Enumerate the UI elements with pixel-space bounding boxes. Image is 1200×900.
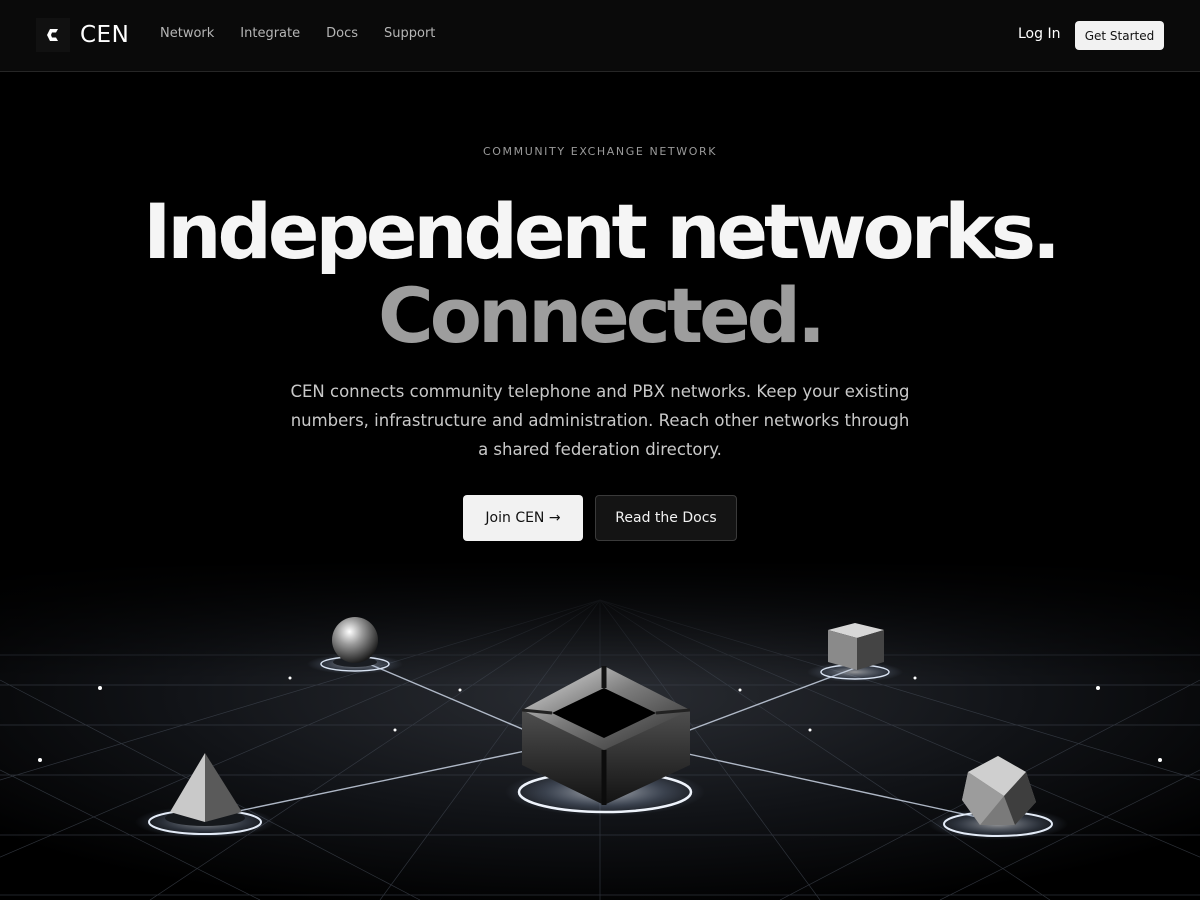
headline-line-independent: Independent networks.	[143, 187, 1061, 276]
get-started-button[interactable]: Get Started	[1075, 21, 1164, 50]
read-docs-button[interactable]: Read the Docs	[595, 495, 737, 541]
hero-headline: Independent networks. Connected.	[0, 190, 1200, 358]
nav-item-support[interactable]: Support	[384, 26, 435, 41]
nav-item-docs[interactable]: Docs	[326, 26, 358, 41]
brand-name: CEN	[80, 22, 130, 48]
hero-cta-group: Join CEN → Read the Docs	[0, 495, 1200, 541]
network-federation-illustration	[0, 560, 1200, 900]
cen-c-logo-icon	[36, 18, 70, 52]
headline-line-connected: Connected.	[378, 271, 826, 360]
nav-item-integrate[interactable]: Integrate	[240, 26, 300, 41]
join-cen-button[interactable]: Join CEN →	[463, 495, 583, 541]
hero-description: CEN connects community telephone and PBX…	[290, 382, 910, 459]
log-in-link[interactable]: Log In	[1018, 26, 1060, 42]
primary-nav: Network Integrate Docs Support	[160, 26, 461, 41]
top-navigation-bar: CEN Network Integrate Docs Support Log I…	[0, 0, 1200, 72]
nav-item-network[interactable]: Network	[160, 26, 214, 41]
hero-eyebrow: COMMUNITY EXCHANGE NETWORK	[482, 145, 718, 158]
brand-logo[interactable]: CEN	[36, 18, 129, 52]
